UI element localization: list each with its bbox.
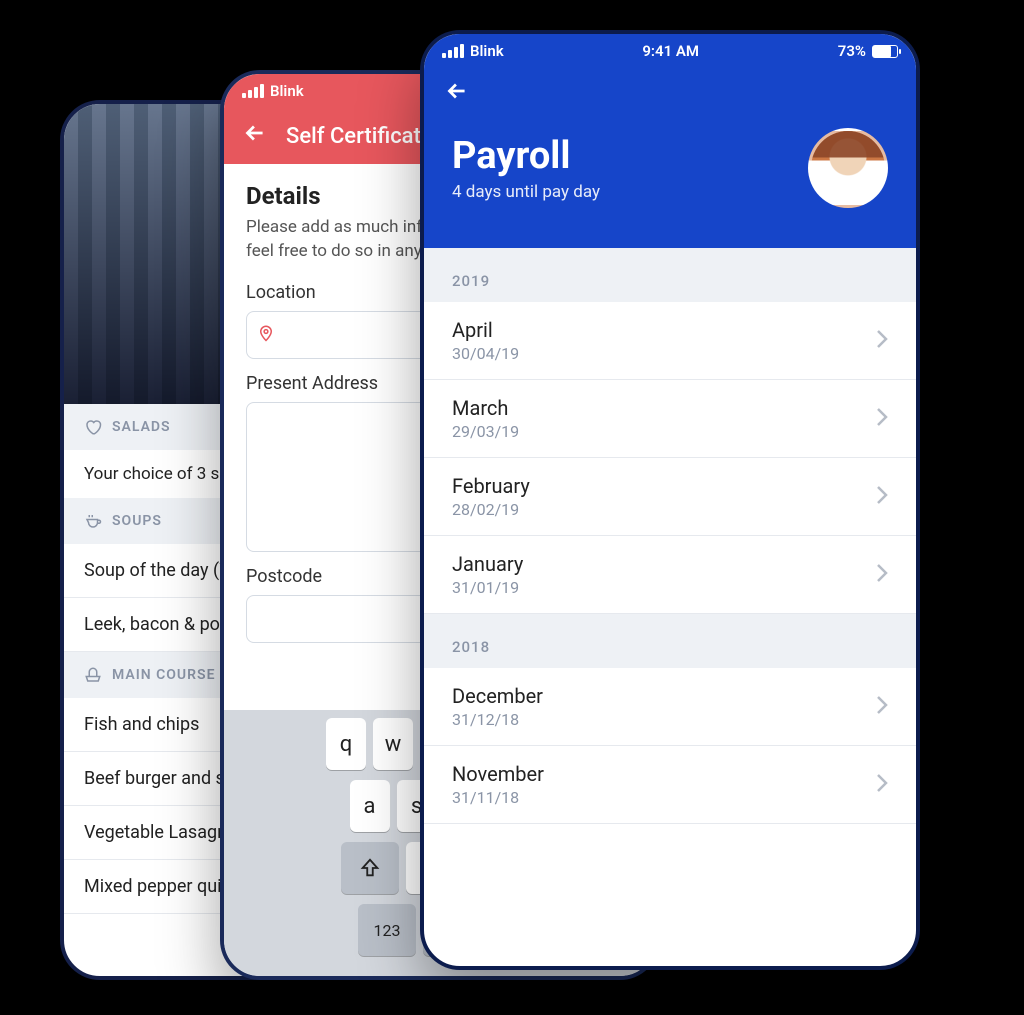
chevron-right-icon [876, 485, 888, 509]
back-icon[interactable] [444, 78, 470, 108]
pin-icon [257, 324, 275, 346]
status-time: 9:41 AM [642, 42, 699, 60]
chevron-right-icon [876, 329, 888, 353]
payslip-row[interactable]: December 31/12/18 [424, 668, 916, 746]
payslip-date: 29/03/19 [452, 422, 519, 441]
carrier-label: Blink [470, 42, 504, 60]
numeric-key[interactable]: 123 [358, 904, 416, 956]
payslip-month: February [452, 474, 530, 498]
heart-icon [84, 418, 102, 436]
payslip-row[interactable]: March 29/03/19 [424, 380, 916, 458]
chevron-right-icon [876, 563, 888, 587]
key-w[interactable]: w [373, 718, 413, 770]
chevron-right-icon [876, 773, 888, 797]
carrier-label: Blink [270, 82, 304, 100]
signal-icon [242, 84, 264, 98]
page-title: Payroll [452, 134, 600, 178]
payslip-row[interactable]: January 31/01/19 [424, 536, 916, 614]
page-subtitle: 4 days until pay day [452, 182, 600, 202]
payslip-row[interactable]: February 28/02/19 [424, 458, 916, 536]
payslip-date: 31/12/18 [452, 710, 543, 729]
section-label: SOUPS [112, 513, 162, 529]
payslip-month: December [452, 684, 543, 708]
year-header: 2018 [424, 614, 916, 668]
avatar[interactable] [808, 128, 888, 208]
payslip-month: November [452, 762, 544, 786]
year-header: 2019 [424, 248, 916, 302]
section-label: SALADS [112, 419, 171, 435]
phone-payroll: Blink 9:41 AM 73% Payroll 4 days until p… [420, 30, 920, 970]
payslip-month: March [452, 396, 519, 420]
payslip-date: 31/01/19 [452, 578, 523, 597]
key-a[interactable]: a [350, 780, 390, 832]
payslip-month: April [452, 318, 519, 342]
status-bar: Blink 9:41 AM 73% [424, 34, 916, 68]
payslip-month: January [452, 552, 523, 576]
shift-key[interactable] [341, 842, 399, 894]
battery-label: 73% [838, 42, 866, 60]
back-icon[interactable] [242, 120, 268, 152]
payslip-date: 30/04/19 [452, 344, 519, 363]
payslip-date: 28/02/19 [452, 500, 530, 519]
payslip-date: 31/11/18 [452, 788, 544, 807]
signal-icon [442, 44, 464, 58]
key-q[interactable]: q [326, 718, 366, 770]
chevron-right-icon [876, 695, 888, 719]
form-title: Self Certificat [286, 124, 421, 149]
section-label: MAIN COURSE [112, 667, 215, 683]
chevron-right-icon [876, 407, 888, 431]
plate-icon [84, 666, 102, 684]
battery-icon [872, 45, 898, 58]
payslip-row[interactable]: November 31/11/18 [424, 746, 916, 824]
cup-icon [84, 512, 102, 530]
payslip-row[interactable]: April 30/04/19 [424, 302, 916, 380]
payroll-list: 2019 April 30/04/19 March 29/03/19 Febru… [424, 248, 916, 824]
